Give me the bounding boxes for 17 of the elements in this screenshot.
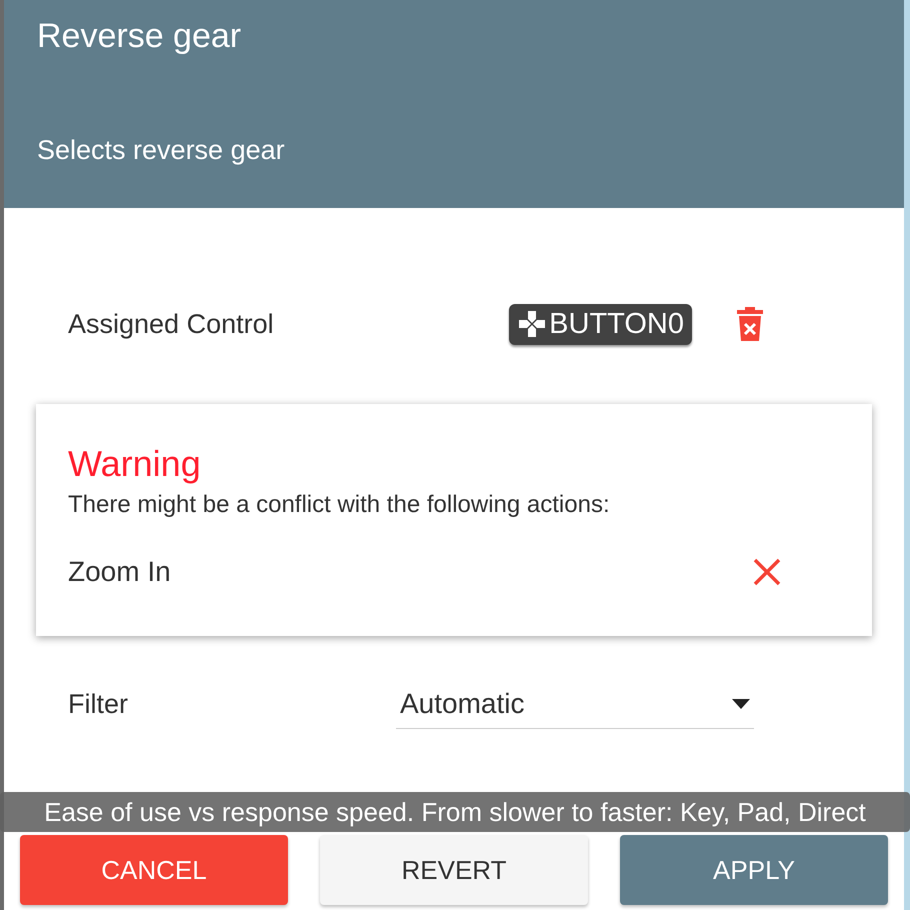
conflict-action: Zoom In: [68, 556, 171, 588]
dialog-description: Selects reverse gear: [37, 134, 285, 167]
dialog-title: Reverse gear: [37, 16, 242, 57]
revert-button[interactable]: REVERT: [320, 835, 588, 905]
filter-dropdown[interactable]: Automatic: [396, 679, 754, 729]
field-label: Assigned Control: [68, 308, 274, 340]
warning-message: There might be a conflict with the following actions:: [68, 490, 610, 520]
tooltip: Ease of use vs response speed. From slower to faster: Key, Pad, Direct: [0, 792, 910, 832]
apply-button[interactable]: APPLY: [620, 835, 888, 905]
dropdown-caret-icon: [732, 698, 750, 708]
binding-chip[interactable]: BUTTON0: [509, 304, 692, 344]
cancel-button[interactable]: CANCEL: [20, 835, 288, 905]
gamepad-icon: [517, 309, 548, 339]
field-label: Filter: [68, 688, 128, 720]
delete-icon[interactable]: [736, 307, 764, 341]
remove-icon[interactable]: [752, 557, 782, 587]
warning-title: Warning: [68, 442, 201, 486]
